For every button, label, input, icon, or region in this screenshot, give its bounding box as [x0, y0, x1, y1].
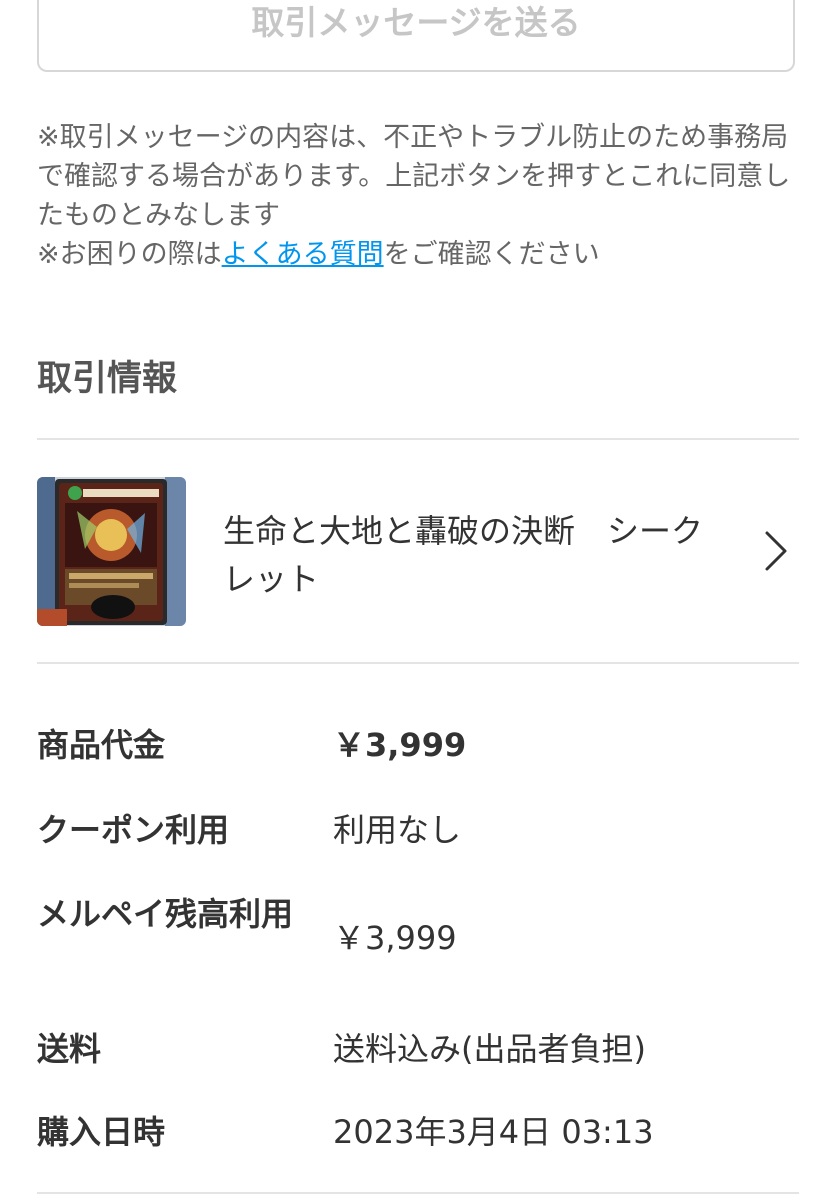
- detail-label: 送料: [37, 1030, 102, 1068]
- divider: [37, 1192, 799, 1194]
- notice-line-2: ※お困りの際はよくある質問をご確認ください: [37, 235, 799, 274]
- trading-card-image: [37, 477, 186, 626]
- detail-value: 送料込み(出品者負担): [333, 1030, 646, 1068]
- detail-label: クーポン利用: [37, 811, 230, 849]
- notice-suffix: をご確認ください: [383, 239, 600, 270]
- detail-label: 購入日時: [37, 1113, 166, 1151]
- detail-value: 利用なし: [333, 811, 462, 849]
- notice-prefix: ※お困りの際は: [37, 239, 222, 270]
- divider: [37, 438, 799, 440]
- divider: [37, 662, 799, 664]
- detail-label: メルペイ残高利用: [37, 895, 294, 933]
- message-notice: ※取引メッセージの内容は、不正やトラブル防止のため事務局で確認する場合があります…: [37, 118, 799, 274]
- chevron-right-icon: [757, 529, 793, 573]
- detail-value: 2023年3月4日 03:13: [333, 1113, 654, 1151]
- send-message-button[interactable]: 取引メッセージを送る: [37, 0, 795, 72]
- detail-value: ￥3,999: [333, 919, 457, 957]
- item-row[interactable]: 生命と大地と轟破の決断 シークレット: [37, 473, 799, 629]
- detail-value: ￥3,999: [333, 726, 467, 764]
- faq-link[interactable]: よくある質問: [222, 239, 384, 270]
- item-name[interactable]: 生命と大地と轟破の決断 シークレット: [223, 507, 733, 603]
- section-title-transaction-info: 取引情報: [37, 359, 178, 399]
- detail-label: 商品代金: [37, 726, 166, 764]
- notice-line-1: ※取引メッセージの内容は、不正やトラブル防止のため事務局で確認する場合があります…: [37, 122, 791, 231]
